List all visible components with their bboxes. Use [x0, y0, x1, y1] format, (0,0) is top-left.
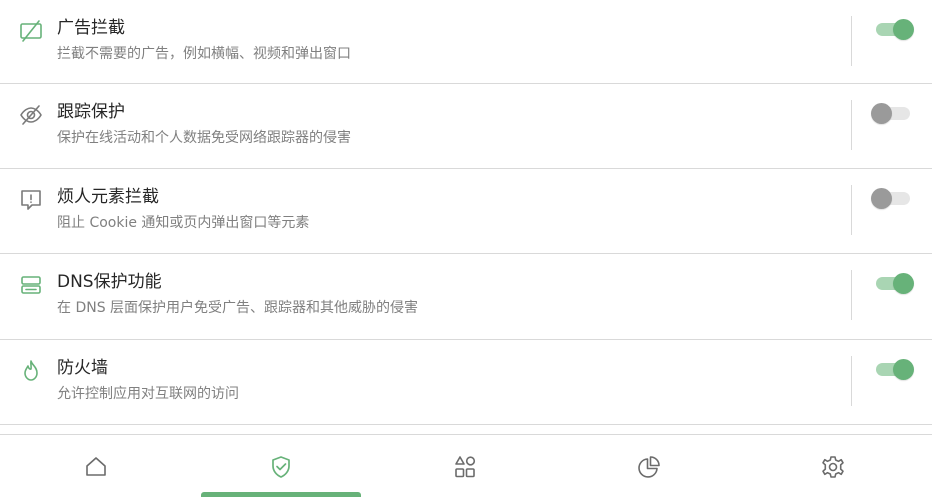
setting-title: 烦人元素拦截: [57, 187, 159, 207]
setting-description: 在 DNS 层面保护用户免受广告、跟踪器和其他威胁的侵害: [57, 300, 419, 316]
tracking-protection-toggle[interactable]: [871, 102, 914, 124]
toggle-knob: [871, 188, 892, 209]
home-icon[interactable]: [83, 454, 109, 480]
server-icon: [18, 272, 44, 298]
apps-grid-icon[interactable]: [452, 454, 478, 480]
message-alert-icon: [18, 187, 44, 213]
firewall-toggle[interactable]: [874, 358, 914, 380]
annoyance-blocking-toggle[interactable]: [871, 187, 914, 209]
flame-icon: [18, 358, 44, 384]
dns-protection-toggle[interactable]: [874, 272, 914, 294]
ad-block-icon: [18, 18, 44, 44]
setting-row-annoyance-blocking[interactable]: 烦人元素拦截 阻止 Cookie 通知或页内弹出窗口等元素: [0, 169, 932, 254]
toggle-knob: [893, 359, 914, 380]
setting-description: 保护在线活动和个人数据免受网络跟踪器的侵害: [57, 130, 351, 146]
setting-row-firewall[interactable]: 防火墙 允许控制应用对互联网的访问: [0, 340, 932, 425]
setting-row-ad-blocking[interactable]: 广告拦截 拦截不需要的广告，例如横幅、视频和弹出窗口: [0, 0, 932, 84]
row-divider: [851, 356, 852, 406]
toggle-knob: [893, 19, 914, 40]
protection-settings-list: 广告拦截 拦截不需要的广告，例如横幅、视频和弹出窗口 跟踪保护 保护在线活动和个…: [0, 0, 932, 425]
shield-check-icon[interactable]: [268, 454, 294, 480]
toggle-knob: [871, 103, 892, 124]
pie-chart-icon[interactable]: [636, 454, 662, 480]
toggle-knob: [893, 273, 914, 294]
setting-description: 阻止 Cookie 通知或页内弹出窗口等元素: [57, 215, 310, 231]
row-divider: [851, 100, 852, 150]
bottom-navigation: [0, 435, 932, 497]
setting-title: 防火墙: [57, 358, 108, 378]
setting-title: DNS保护功能: [57, 272, 162, 292]
ad-blocking-toggle[interactable]: [874, 18, 914, 40]
setting-title: 广告拦截: [57, 18, 125, 38]
gear-icon[interactable]: [820, 454, 846, 480]
setting-description: 允许控制应用对互联网的访问: [57, 386, 239, 402]
row-divider: [851, 185, 852, 235]
setting-row-dns-protection[interactable]: DNS保护功能 在 DNS 层面保护用户免受广告、跟踪器和其他威胁的侵害: [0, 254, 932, 340]
setting-row-tracking-protection[interactable]: 跟踪保护 保护在线活动和个人数据免受网络跟踪器的侵害: [0, 84, 932, 169]
row-divider: [851, 16, 852, 66]
setting-title: 跟踪保护: [57, 102, 125, 122]
active-tab-indicator: [201, 492, 361, 497]
setting-description: 拦截不需要的广告，例如横幅、视频和弹出窗口: [57, 46, 351, 62]
row-divider: [851, 270, 852, 320]
eye-off-icon: [18, 102, 44, 128]
